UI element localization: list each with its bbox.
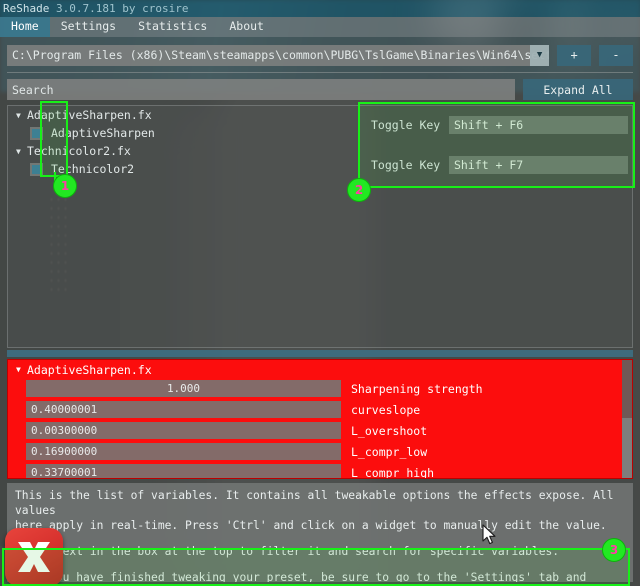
add-preset-button[interactable]: + <box>557 44 592 66</box>
search-placeholder: Search <box>12 82 54 97</box>
toggle-key-value: Shift + F7 <box>454 158 524 172</box>
reshade-overlay-window: ReShade 3.0.7.181 by crosire Home Settin… <box>0 0 640 586</box>
variables-vertical-scrollbar[interactable] <box>622 360 632 478</box>
variable-value: 0.16900000 <box>31 445 98 458</box>
checkbox-technicolor2[interactable] <box>30 162 43 176</box>
help-paragraph-2: Enter text in the box at the top to filt… <box>15 545 560 558</box>
checkbox-adaptivesharpen[interactable] <box>30 126 43 140</box>
variable-row[interactable]: 0.00300000 L_overshoot <box>8 421 632 440</box>
preset-path-row: C:\Program Files (x86)\Steam\steamapps\c… <box>7 44 633 66</box>
chevron-down-icon[interactable]: ▼ <box>16 147 27 156</box>
tab-home[interactable]: Home <box>0 17 50 37</box>
home-tab-panel: C:\Program Files (x86)\Steam\steamapps\c… <box>0 37 640 586</box>
toggle-key-column: Toggle Key Shift + F6 Toggle Key Shift +… <box>371 116 628 196</box>
variable-slider-l-compr-low[interactable]: 0.16900000 <box>26 443 341 460</box>
variable-label: L_compr_high <box>351 465 435 479</box>
variables-group-title: AdaptiveSharpen.fx <box>27 362 152 377</box>
variable-slider-curveslope[interactable]: 0.40000001 <box>26 401 341 418</box>
toggle-key-input-technicolor2[interactable]: Shift + F7 <box>449 156 628 174</box>
variable-label: curveslope <box>351 402 421 417</box>
tab-about[interactable]: About <box>218 17 275 37</box>
variable-label: L_overshoot <box>351 423 428 438</box>
remove-preset-button[interactable]: - <box>599 44 633 66</box>
variable-row[interactable]: 0.16900000 L_compr_low <box>8 442 632 461</box>
help-paragraph-3: Once you have finished tweaking your pre… <box>15 571 587 582</box>
help-paragraph-1: This is the list of variables. It contai… <box>15 489 614 532</box>
technique-item-label: Technicolor2 <box>51 162 135 176</box>
search-input[interactable]: Search <box>7 79 515 100</box>
variables-group-header[interactable]: ▼ AdaptiveSharpen.fx <box>8 360 632 379</box>
variable-label: L_compr_low <box>351 444 428 459</box>
toggle-key-input-adaptivesharpen[interactable]: Shift + F6 <box>449 116 628 134</box>
technique-file-label: Technicolor2.fx <box>27 144 131 158</box>
variable-value: 0.00300000 <box>31 424 98 437</box>
toggle-key-label: Toggle Key <box>371 158 441 172</box>
variable-slider-l-overshoot[interactable]: 0.00300000 <box>26 422 341 439</box>
variable-slider-sharpening-strength[interactable]: 1.000 <box>26 380 341 397</box>
menu-bar: Home Settings Statistics About <box>0 17 640 37</box>
mouse-cursor <box>482 524 498 550</box>
divider <box>7 72 633 73</box>
chevron-down-icon[interactable]: ▼ <box>530 44 550 66</box>
technique-item-label: AdaptiveSharpen <box>51 126 155 140</box>
expand-all-button[interactable]: Expand All <box>523 79 633 100</box>
technique-list[interactable]: ▼ AdaptiveSharpen.fx AdaptiveSharpen ▼ T… <box>7 105 633 348</box>
app-version: 3.0.7.181 by crosire <box>55 2 189 15</box>
variable-value: 0.33700001 <box>31 466 98 479</box>
variable-value: 0.40000001 <box>31 403 98 416</box>
variables-panel[interactable]: ▼ AdaptiveSharpen.fx 1.000 Sharpening st… <box>7 359 633 479</box>
preset-path-combobox[interactable]: C:\Program Files (x86)\Steam\steamapps\c… <box>7 44 550 66</box>
variable-row[interactable]: 0.33700001 L_compr_high <box>8 463 632 479</box>
xmind-icon[interactable] <box>5 528 63 586</box>
toggle-key-row-technicolor2: Toggle Key Shift + F7 <box>371 156 628 174</box>
variable-label: Sharpening strength <box>351 381 483 396</box>
preset-path-value: C:\Program Files (x86)\Steam\steamapps\c… <box>12 48 550 62</box>
chevron-down-icon[interactable]: ▼ <box>16 111 27 120</box>
horizontal-scrollbar[interactable] <box>7 350 633 357</box>
technique-file-label: AdaptiveSharpen.fx <box>27 108 152 122</box>
variable-row[interactable]: 0.40000001 curveslope <box>8 400 632 419</box>
toggle-key-label: Toggle Key <box>371 118 441 132</box>
variable-value: 1.000 <box>166 382 201 395</box>
variable-slider-l-compr-high[interactable]: 0.33700001 <box>26 464 341 479</box>
app-name: ReShade <box>3 2 50 15</box>
tab-statistics[interactable]: Statistics <box>127 17 218 37</box>
window-title-bar: ReShade 3.0.7.181 by crosire <box>0 0 640 17</box>
search-row: Search Expand All <box>7 79 633 100</box>
variable-row[interactable]: 1.000 Sharpening strength <box>8 379 632 398</box>
chevron-down-icon[interactable]: ▼ <box>16 365 27 374</box>
toggle-key-value: Shift + F6 <box>454 118 524 132</box>
help-text-panel: This is the list of variables. It contai… <box>7 483 633 582</box>
tab-settings[interactable]: Settings <box>50 17 127 37</box>
toggle-key-row-adaptivesharpen: Toggle Key Shift + F6 <box>371 116 628 134</box>
